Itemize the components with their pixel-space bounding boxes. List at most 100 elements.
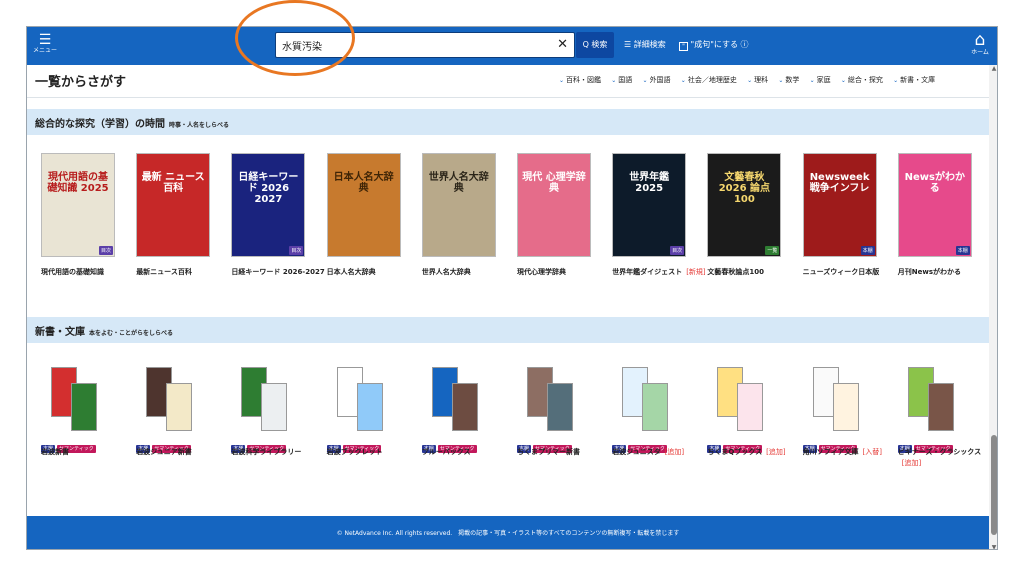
cover-text: 世界年鑑 2025 [629,172,670,194]
section-header: 新書・文庫 本をよむ・ことがらをしらべる [27,317,989,343]
book-title[interactable]: 文藝春秋論点100 [707,267,803,278]
phrase-toggle[interactable]: " "成句"にする ⓘ [679,39,749,51]
cover-text: 現代 心理学辞典 [522,172,586,194]
page-title: 一覧からさがす [35,75,127,90]
book-spine [451,383,478,431]
search-button[interactable]: Q 検索 [576,32,614,58]
book-spine [832,383,859,431]
book-title[interactable]: 現代心理学辞典 [517,267,613,278]
category-link[interactable]: ⌄ 数学 [778,76,799,84]
advanced-search-label: 詳細検索 [633,40,666,49]
hamburger-icon: ☰ [38,32,52,48]
book-cover[interactable]: 現代 心理学辞典 [517,153,591,257]
book-title[interactable]: ちくまQブックス [追加] [707,447,797,458]
category-link[interactable]: ⌄ 社会／地理歴史 [681,76,737,84]
book-spine [642,383,669,431]
book-title-text: 最新ニュース百科 [136,268,192,276]
scroll-up-icon[interactable]: ▲ [989,65,997,72]
book-cover[interactable]: 日本人名大辞典 [326,153,401,257]
book-title[interactable]: ブルーバックス [422,447,512,458]
category-link[interactable]: ⌄ 家庭 [810,76,831,84]
section-title: 新書・文庫 [35,327,85,338]
book-title[interactable]: 岩波科学ライブラリー [231,447,321,458]
chevron-down-icon: ⌄ [559,77,565,84]
book-title-text: ニューズウィーク日本版 [802,268,880,276]
badge: 目次 [670,246,685,255]
book-title-text: 現代用語の基礎知識 [41,268,104,276]
chevron-down-icon: ⌄ [611,77,617,84]
book-title[interactable]: 現代用語の基礎知識 [41,267,137,278]
category-link[interactable]: ⌄ 外国語 [643,76,671,84]
book-cover[interactable]: 日経キーワード 2026 2027 目次 [231,153,306,257]
phrase-icon: " [679,42,688,51]
chevron-down-icon: ⌄ [840,77,846,84]
book-cover[interactable]: 最新 ニュース百科 [136,153,211,257]
cover-text: Newsがわかる [904,172,965,194]
cover-text: 文藝春秋 2026 論点 100 [718,172,771,205]
book-title[interactable]: 世界年鑑ダイジェスト [新規] [612,267,708,278]
category-link[interactable]: ⌄ 百科・図鑑 [559,76,601,84]
cover-text: 日本人名大辞典 [333,172,394,194]
chevron-down-icon: ⌄ [893,77,899,84]
status-tag: [追加] [766,448,786,456]
clear-icon[interactable]: ✕ [557,36,568,54]
book-title[interactable]: 岩波ジュニア新書 [136,447,226,458]
section-header: 総合的な探究（学習）の時間 時事・人名をしらべる [27,109,989,135]
book-title[interactable]: 岩波新書 [41,447,131,458]
phrase-label: "成句"にする ⓘ [690,40,749,49]
book-title[interactable]: 岩波ブックレット [327,447,417,458]
book-cover[interactable]: 文藝春秋 2026 論点 100 一覧 [707,153,782,257]
book-cover[interactable]: Newsweek 戦争インフレ本棚 [802,153,877,257]
book-title[interactable]: ちくまプリマー新書 [517,447,607,458]
status-tag: [追加] [664,448,685,456]
category-link[interactable]: ⌄ 総合・探究 [841,76,883,84]
filter-icon: ☰ [624,40,634,49]
book-title[interactable]: 角川ソフィア文庫 [入替] [803,447,893,458]
advanced-search-link[interactable]: ☰ 詳細検索 [624,39,666,51]
chevron-down-icon: ⌄ [747,77,753,84]
book-title-text: ちくまプリマー新書 [517,448,580,456]
badge: 目次 [98,246,113,255]
book-title[interactable]: 世界人名大辞典 [422,267,518,278]
book-cover[interactable]: 現代用語の基礎知識 2025 目次 [41,153,115,257]
book-cover[interactable]: 世界人名大辞典 [421,153,496,257]
home-icon: ⌂ [974,30,986,50]
scrollbar[interactable]: ▲ ▼ [989,65,997,549]
book-title[interactable]: 月刊Newsがわかる [898,267,994,278]
book-spine [547,383,573,431]
badge: 本棚 [955,246,970,255]
book-spine [356,383,383,431]
status-tag: [追加] [901,459,922,467]
cover-text: 最新 ニュース百科 [141,172,205,194]
divider [27,97,989,98]
book-title[interactable]: 最新ニュース百科 [136,267,232,278]
category-link[interactable]: ⌄ 新書・文庫 [893,76,935,84]
book-title-text: 岩波ブックレット [326,448,383,456]
book-spine [71,383,97,431]
book-title-text: ちくまQブックス [707,448,763,456]
book-cover[interactable]: Newsがわかる本棚 [897,153,972,257]
book-spine [261,383,288,431]
footer: © NetAdvance Inc. All rights reserved. 掲… [27,516,989,549]
book-spine [737,383,764,431]
scroll-down-icon[interactable]: ▼ [989,544,997,549]
book-title-text: 月刊Newsがわかる [897,268,962,276]
book-title-text: 角川ソフィア文庫 [802,448,859,456]
scroll-thumb[interactable] [991,435,997,535]
category-link[interactable]: ⌄ 国語 [611,76,632,84]
book-title[interactable]: ニューズウィーク日本版 [803,267,899,278]
home-label: ホーム [971,49,989,56]
book-title[interactable]: 日経キーワード 2026-2027 [231,267,327,278]
book-cover[interactable]: 世界年鑑 2025 目次 [612,153,687,257]
cover-text: Newsweek 戦争インフレ [809,172,870,194]
category-link[interactable]: ⌄ 理科 [747,76,768,84]
book-title-text: 岩波新書 [41,448,69,456]
book-title[interactable]: ビギナーズ・クラシックス [追加] [898,447,988,469]
badge: 本棚 [860,246,875,255]
home-button[interactable]: ⌂ ホーム [967,31,993,57]
book-title-text: ブルーバックス [421,448,471,456]
menu-button[interactable]: ☰ メニュー [31,33,59,61]
book-title[interactable]: 岩波ジュニスタ [追加] [612,447,702,458]
book-title[interactable]: 日本人名大辞典 [327,267,423,278]
annotation-circle [235,0,355,76]
